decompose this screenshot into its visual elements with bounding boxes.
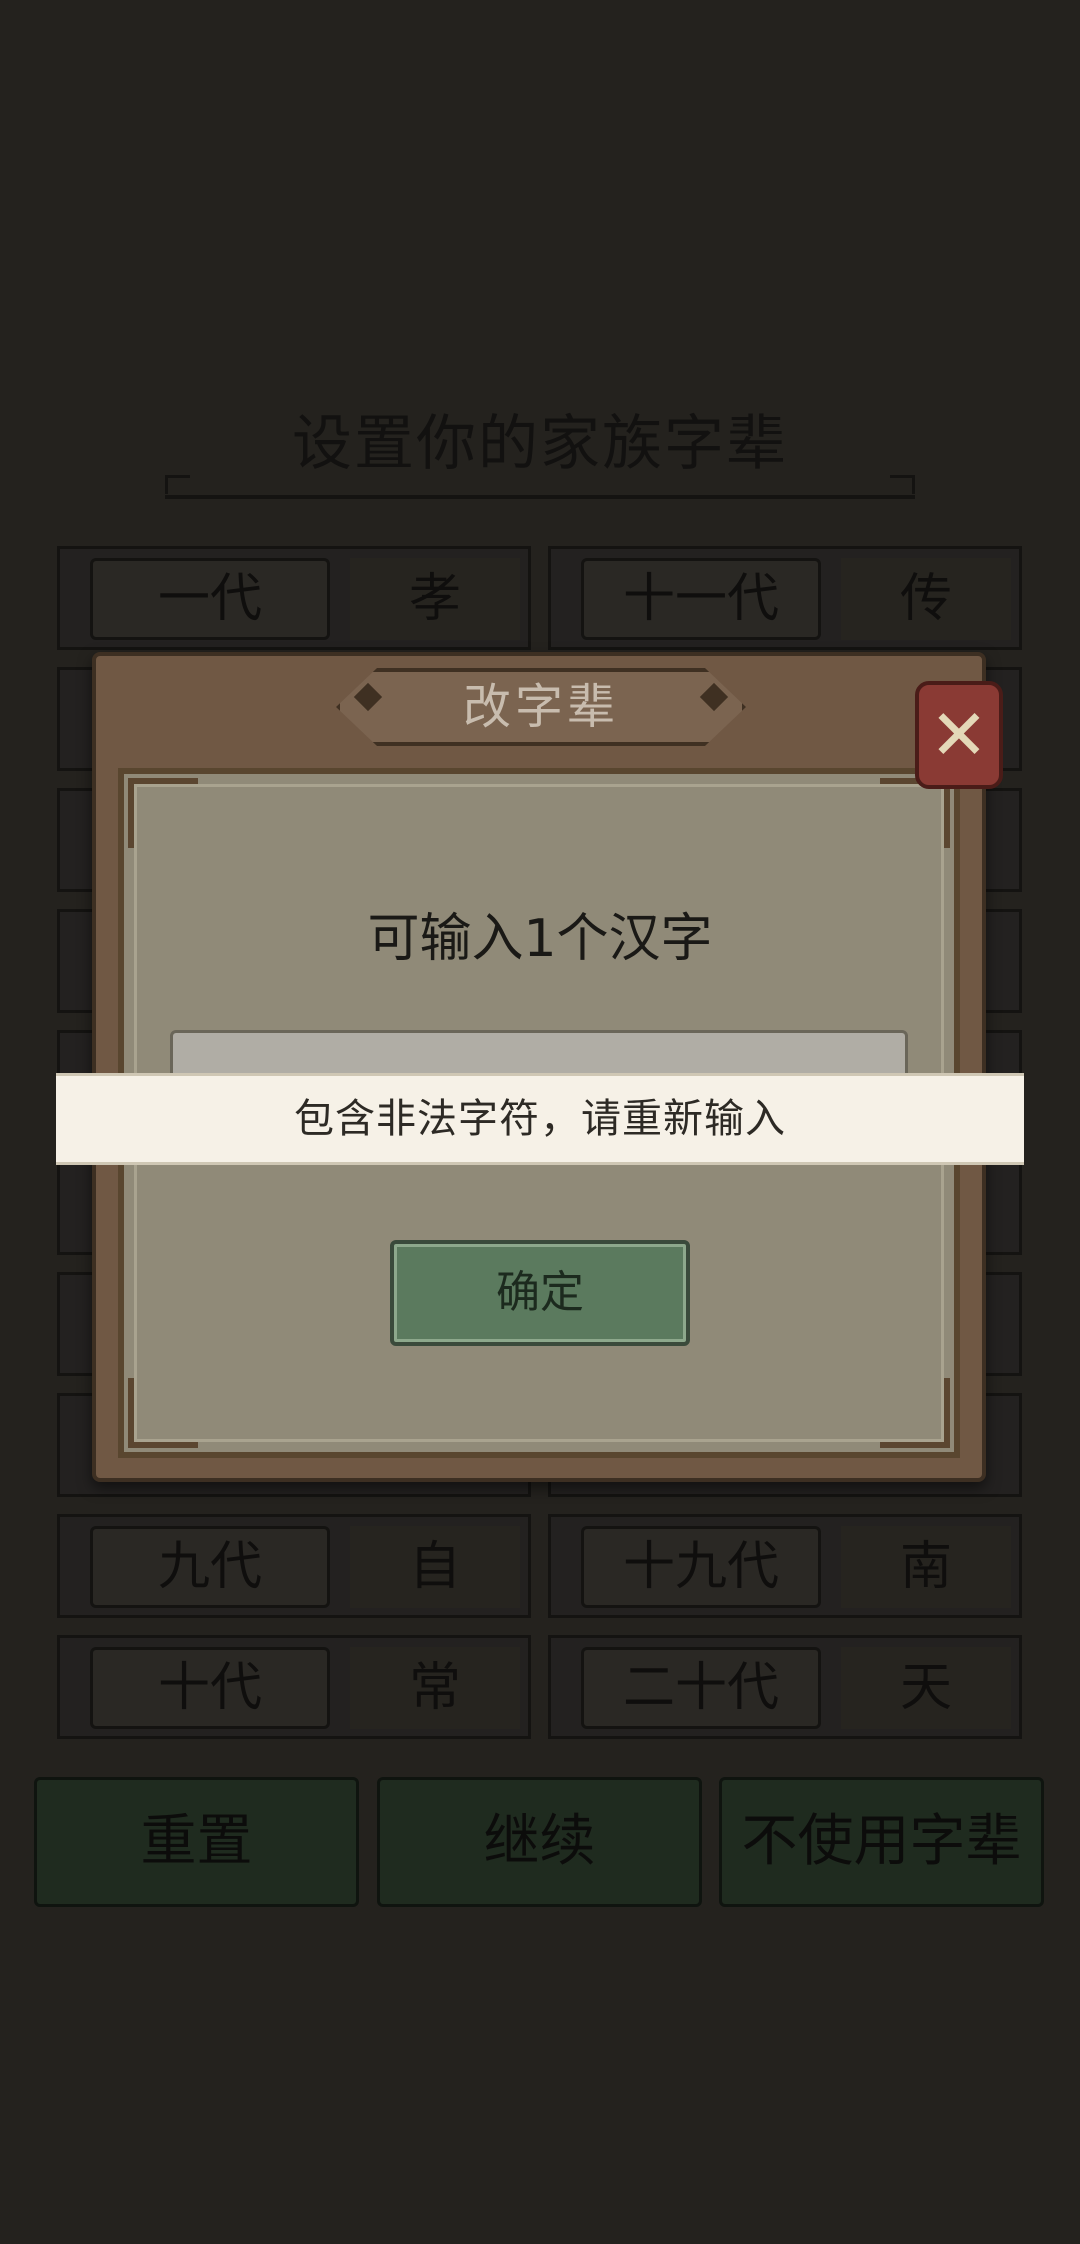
title-divider: [165, 475, 915, 499]
generation-row-9[interactable]: 九代 自: [57, 1514, 531, 1618]
generation-label: 十一代: [581, 558, 821, 640]
generation-char[interactable]: 传: [841, 558, 1011, 640]
dialog-prompt: 可输入1个汉字: [367, 909, 713, 969]
generation-char[interactable]: 自: [350, 1526, 520, 1608]
dialog-title: 改字辈: [336, 668, 746, 746]
generation-row-11[interactable]: 十一代 传: [548, 546, 1022, 650]
generation-label: 十代: [90, 1647, 330, 1729]
error-toast: 包含非法字符，请重新输入: [56, 1073, 1024, 1165]
confirm-button[interactable]: 确定: [390, 1240, 690, 1346]
lattice-corner: [128, 778, 198, 848]
lattice-corner: [880, 1378, 950, 1448]
generation-char[interactable]: 孝: [350, 558, 520, 640]
generation-row-1[interactable]: 一代 孝: [57, 546, 531, 650]
generation-row-10[interactable]: 十代 常: [57, 1635, 531, 1739]
reset-button[interactable]: 重置: [34, 1777, 359, 1907]
generation-char[interactable]: 天: [841, 1647, 1011, 1729]
close-button[interactable]: ✕: [915, 681, 1003, 789]
close-icon: ✕: [929, 694, 989, 776]
generation-row-19[interactable]: 十九代 南: [548, 1514, 1022, 1618]
generation-label: 二十代: [581, 1647, 821, 1729]
no-generation-names-button[interactable]: 不使用字辈: [719, 1777, 1044, 1907]
generation-char[interactable]: 常: [350, 1647, 520, 1729]
page-title: 设置你的家族字辈: [292, 409, 788, 479]
generation-label: 十九代: [581, 1526, 821, 1608]
continue-button[interactable]: 继续: [377, 1777, 702, 1907]
generation-label: 一代: [90, 558, 330, 640]
generation-row-20[interactable]: 二十代 天: [548, 1635, 1022, 1739]
lattice-corner: [128, 1378, 198, 1448]
generation-char[interactable]: 南: [841, 1526, 1011, 1608]
generation-label: 九代: [90, 1526, 330, 1608]
